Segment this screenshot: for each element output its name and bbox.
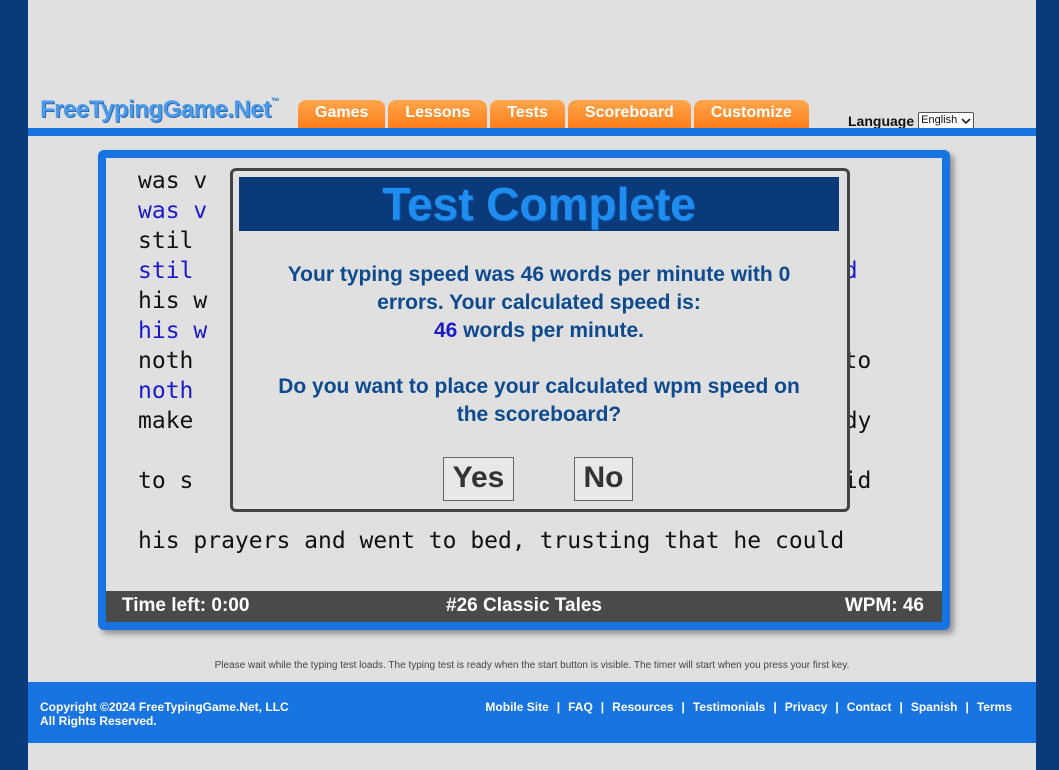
header-divider <box>28 128 1036 136</box>
text-line: his w <box>138 288 208 314</box>
typed-line: was vnd <box>138 198 844 224</box>
site-logo[interactable]: FreeTypingGame.Net™ <box>40 96 279 124</box>
language-label: Language <box>848 112 915 129</box>
footer-links: Mobile Site | FAQ | Resources | Testimonial… <box>485 700 1012 714</box>
language-select[interactable]: English <box>918 112 975 129</box>
result-line-2: errors. Your calculated speed is: <box>377 291 701 314</box>
logo-text: FreeTypingGame.Net <box>40 96 271 123</box>
no-button[interactable]: No <box>574 457 633 501</box>
nav-tab-tests[interactable]: Tests <box>490 100 565 128</box>
typed-line: noth <box>138 378 194 404</box>
status-bar: Time left: 0:00 #26 Classic Tales WPM: 4… <box>106 591 942 622</box>
footer-link-spanish[interactable]: Spanish <box>911 700 958 714</box>
text-line: makeeady <box>138 408 871 434</box>
loading-notice: Please wait while the typing test loads.… <box>214 660 850 671</box>
footer-link-privacy[interactable]: Privacy <box>785 700 828 714</box>
header: FreeTypingGame.Net™ Games Lessons Tests … <box>28 0 1036 136</box>
test-name: #26 Classic Tales <box>446 595 602 616</box>
text-line: to ssaid <box>138 468 871 494</box>
footer: Copyright ©2024 FreeTypingGame.Net, LLC … <box>28 682 1036 743</box>
language-selected: English <box>921 114 958 126</box>
text-line: his prayers and went to bed, trusting th… <box>138 528 845 554</box>
calculated-wpm: 46 <box>433 319 458 342</box>
text-line: stiland <box>138 228 844 254</box>
time-left: Time left: 0:00 <box>122 595 250 616</box>
logo-tm: ™ <box>270 96 279 105</box>
footer-link-terms[interactable]: Terms <box>977 700 1012 714</box>
dialog-question: Do you want to place your calculated wpm… <box>278 375 800 426</box>
footer-link-faq[interactable]: FAQ <box>568 700 593 714</box>
main-nav: Games Lessons Tests Scoreboard Customize <box>298 100 809 128</box>
dialog-result-text: Your typing speed was 46 words per minut… <box>239 261 839 345</box>
dialog-title: Test Complete <box>239 177 839 231</box>
nav-tab-lessons[interactable]: Lessons <box>388 100 488 128</box>
result-line-3: 46 words per minute. <box>433 319 645 342</box>
footer-link-contact[interactable]: Contact <box>847 700 892 714</box>
footer-link-resources[interactable]: Resources <box>612 700 673 714</box>
typed-line: his w <box>138 318 208 344</box>
language-picker: Language English <box>848 112 975 129</box>
page: FreeTypingGame.Net™ Games Lessons Tests … <box>28 0 1036 770</box>
test-complete-dialog: Test Complete Your typing speed was 46 w… <box>230 168 850 512</box>
result-line-1: Your typing speed was 46 words per minut… <box>287 263 791 286</box>
typed-line: stiland <box>138 258 858 284</box>
text-line: was vnd <box>138 168 844 194</box>
footer-link-testimonials[interactable]: Testimonials <box>693 700 765 714</box>
nav-tab-customize[interactable]: Customize <box>693 100 809 128</box>
wpm-readout: WPM: 46 <box>844 595 924 616</box>
footer-link-mobile-site[interactable]: Mobile Site <box>485 700 548 714</box>
text-line: nothgh to <box>138 348 872 374</box>
yes-button[interactable]: Yes <box>443 457 514 501</box>
chevron-down-icon <box>961 117 971 124</box>
copyright: Copyright ©2024 FreeTypingGame.Net, LLC … <box>40 700 289 728</box>
nav-tab-games[interactable]: Games <box>298 100 386 128</box>
nav-tab-scoreboard[interactable]: Scoreboard <box>567 100 691 128</box>
